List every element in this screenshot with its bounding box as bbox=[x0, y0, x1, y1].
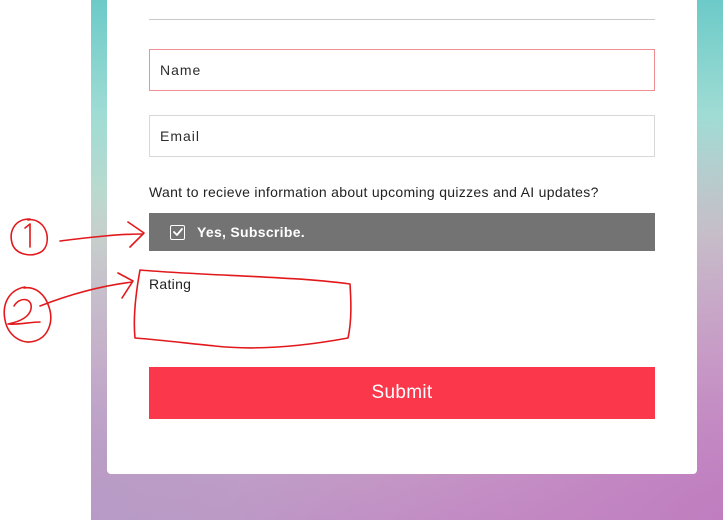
rating-label: Rating bbox=[149, 276, 192, 292]
divider-line bbox=[149, 19, 655, 20]
subscribe-option[interactable]: Yes, Subscribe. bbox=[149, 213, 655, 251]
checkmark-icon bbox=[172, 228, 183, 236]
annotation-circle-1 bbox=[10, 218, 49, 256]
subscribe-question: Want to recieve information about upcomi… bbox=[149, 184, 599, 200]
annotation-digit-1 bbox=[24, 223, 31, 248]
subscribe-label: Yes, Subscribe. bbox=[197, 224, 305, 240]
annotation-circle-2 bbox=[3, 286, 52, 343]
submit-button[interactable]: Submit bbox=[149, 367, 655, 419]
name-placeholder: Name bbox=[160, 62, 202, 78]
email-placeholder: Email bbox=[160, 128, 201, 144]
email-field[interactable]: Email bbox=[149, 115, 655, 157]
page: Name Email Want to recieve information a… bbox=[0, 0, 723, 520]
subscribe-checkbox[interactable] bbox=[170, 224, 185, 240]
name-field[interactable]: Name bbox=[149, 49, 655, 91]
annotation-digit-2 bbox=[7, 298, 41, 326]
